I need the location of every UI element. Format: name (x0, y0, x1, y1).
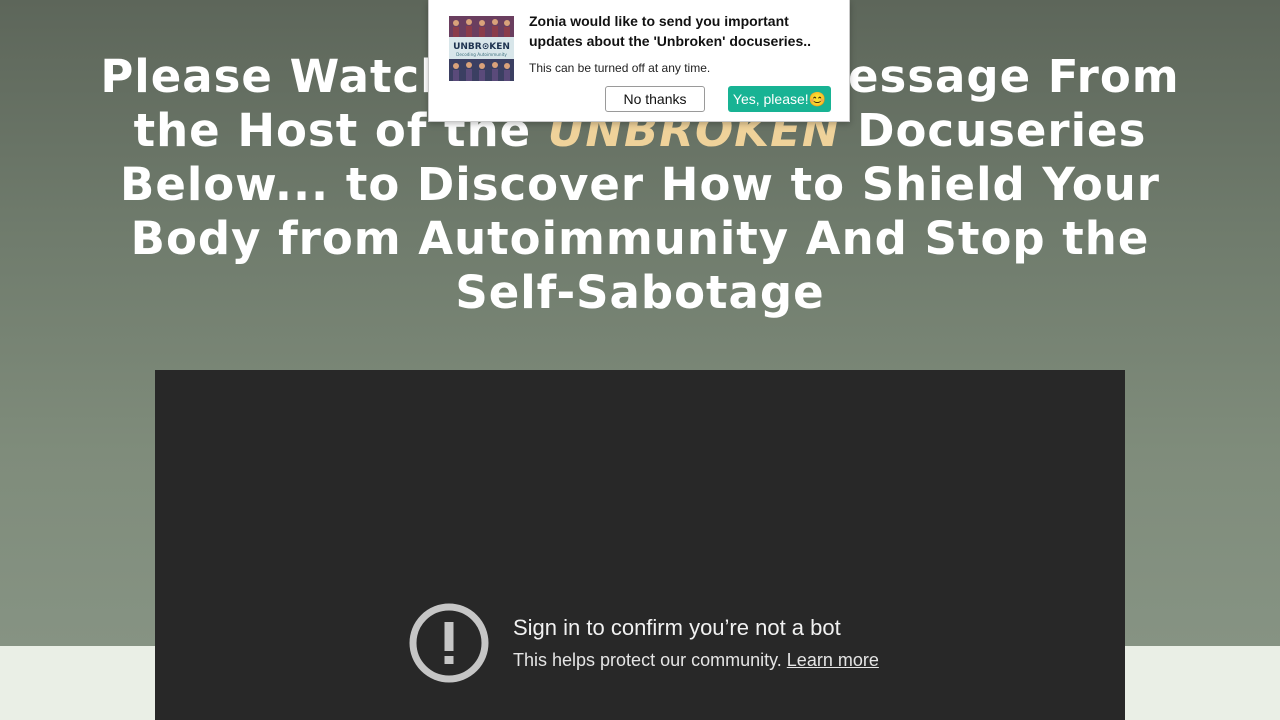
yes-please-button[interactable]: Yes, please!😊 (728, 86, 831, 112)
notification-title: Zonia would like to send you important u… (529, 13, 812, 49)
bot-check-text: Sign in to confirm you’re not a bot This… (513, 614, 879, 672)
push-notification-prompt: UNBR⊙KEN Decoding Autoimmunity Zonia wou… (428, 0, 850, 122)
thumbnail-title: UNBR⊙KEN (453, 42, 510, 52)
exclamation-circle-icon (409, 603, 489, 683)
notification-subtitle: This can be turned off at any time. (529, 61, 711, 75)
learn-more-link[interactable]: Learn more (787, 650, 879, 670)
unbroken-thumbnail: UNBR⊙KEN Decoding Autoimmunity (449, 16, 514, 81)
bot-check-subtitle: This helps protect our community. Learn … (513, 648, 879, 672)
video-player[interactable]: Sign in to confirm you’re not a bot This… (155, 370, 1125, 720)
thumbnail-subtitle: Decoding Autoimmunity (456, 52, 507, 57)
bot-check-message: Sign in to confirm you’re not a bot This… (409, 603, 879, 683)
bot-check-subtitle-text: This helps protect our community. (513, 650, 782, 670)
bot-check-title: Sign in to confirm you’re not a bot (513, 615, 841, 640)
no-thanks-button[interactable]: No thanks (605, 86, 705, 112)
